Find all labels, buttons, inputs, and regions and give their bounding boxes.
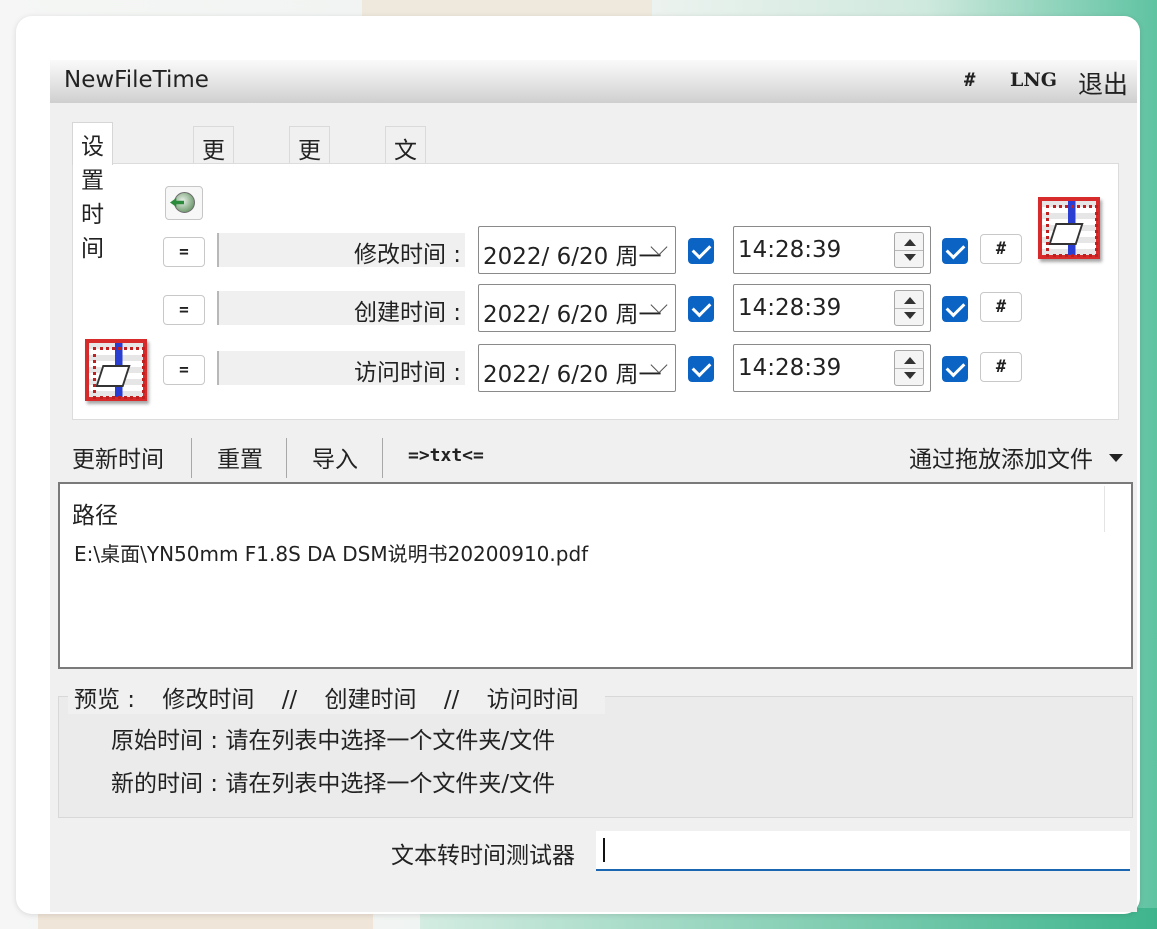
toolbar-divider xyxy=(286,438,287,478)
app-window: NewFileTime # LNG 退出 设置时间 更早些 更晚些 文件名转时间… xyxy=(50,60,1137,912)
accessed-date-picker[interactable]: 2022/ 6/20 周一 xyxy=(478,344,676,392)
preview-separator: // xyxy=(281,687,298,713)
tab-later[interactable]: 更晚些 xyxy=(289,126,330,232)
accessed-time-label: 访问时间 : xyxy=(353,360,461,386)
spin-down-icon[interactable] xyxy=(904,312,916,319)
accessed-date-checkbox[interactable] xyxy=(688,356,714,382)
spin-up-icon[interactable] xyxy=(904,357,916,364)
preview-legend: 预览 : 修改时间 // 创建时间 // 访问时间 xyxy=(68,680,605,714)
background-blob xyxy=(38,912,373,929)
title-bar: NewFileTime # LNG 退出 xyxy=(50,60,1137,103)
modified-equal-button[interactable]: = xyxy=(163,237,205,267)
modified-label-box: 修改时间 : xyxy=(217,233,465,268)
preview-separator: // xyxy=(443,687,460,713)
spinner-divider xyxy=(895,250,923,251)
column-divider xyxy=(1104,486,1105,532)
txt-export-button[interactable]: =>txt<= xyxy=(408,445,484,466)
preview-label: 预览 : xyxy=(74,687,136,713)
original-time-line: 原始时间 : 请在列表中选择一个文件夹/文件 xyxy=(111,728,556,754)
spinner-divider xyxy=(895,308,923,309)
accessed-time-row: = 访问时间 : 2022/ 6/20 周一 14:28:39 # xyxy=(73,344,1120,392)
created-equal-button[interactable]: = xyxy=(163,295,205,325)
preview-created-label: 创建时间 xyxy=(324,687,417,713)
modified-time-row: = 修改时间 : 2022/ 6/20 周一 14:28:39 # xyxy=(73,226,1120,274)
new-time-line: 新的时间 : 请在列表中选择一个文件夹/文件 xyxy=(111,771,556,797)
drag-drop-menu[interactable]: 通过拖放添加文件 xyxy=(909,440,1093,474)
preview-group: 原始时间 : 请在列表中选择一个文件夹/文件 新的时间 : 请在列表中选择一个文… xyxy=(58,696,1133,818)
modified-date-value: 2022/ 6/20 周一 xyxy=(483,244,662,270)
accessed-label-box: 访问时间 : xyxy=(217,351,465,386)
tab-earlier[interactable]: 更早些 xyxy=(193,126,234,232)
created-time-spinner[interactable] xyxy=(894,290,924,326)
app-title: NewFileTime xyxy=(64,67,209,93)
update-time-button[interactable]: 更新时间 xyxy=(72,440,164,474)
action-bar: 更新时间 重置 导入 =>txt<= 通过拖放添加文件 xyxy=(50,438,1137,478)
modified-hash-button[interactable]: # xyxy=(980,234,1022,264)
accessed-equal-button[interactable]: = xyxy=(163,355,205,385)
accessed-time-checkbox[interactable] xyxy=(942,356,968,382)
spin-up-icon[interactable] xyxy=(904,239,916,246)
modified-date-picker[interactable]: 2022/ 6/20 周一 xyxy=(478,226,676,274)
text-to-time-tester-label: 文本转时间测试器 xyxy=(391,843,575,869)
accessed-time-spinner[interactable] xyxy=(894,350,924,386)
accessed-time-value: 14:28:39 xyxy=(738,355,842,381)
modified-time-picker[interactable]: 14:28:39 xyxy=(733,226,931,274)
created-time-label: 创建时间 : xyxy=(353,300,461,326)
spin-down-icon[interactable] xyxy=(904,372,916,379)
spin-up-icon[interactable] xyxy=(904,297,916,304)
created-date-checkbox[interactable] xyxy=(688,296,714,322)
modified-time-value: 14:28:39 xyxy=(738,237,842,263)
created-time-value: 14:28:39 xyxy=(738,295,842,321)
created-time-picker[interactable]: 14:28:39 xyxy=(733,284,931,332)
created-time-row: = 创建时间 : 2022/ 6/20 周一 14:28:39 # xyxy=(73,284,1120,332)
dropdown-arrow-icon[interactable] xyxy=(1109,454,1123,462)
created-date-value: 2022/ 6/20 周一 xyxy=(483,302,662,328)
path-column-header[interactable]: 路径 xyxy=(72,496,118,530)
modified-time-label: 修改时间 : xyxy=(353,242,461,268)
accessed-time-picker[interactable]: 14:28:39 xyxy=(733,344,931,392)
accessed-hash-button[interactable]: # xyxy=(980,352,1022,382)
preview-modified-label: 修改时间 xyxy=(162,687,255,713)
exit-button[interactable]: 退出 xyxy=(1078,65,1128,101)
hash-menu-button[interactable]: # xyxy=(964,69,975,91)
window-frame: NewFileTime # LNG 退出 设置时间 更早些 更晚些 文件名转时间… xyxy=(16,16,1140,914)
spin-down-icon[interactable] xyxy=(904,254,916,261)
tab-filename-to-time[interactable]: 文件名转时间 xyxy=(385,126,426,334)
text-to-time-input[interactable] xyxy=(596,831,1130,871)
created-time-checkbox[interactable] xyxy=(942,296,968,322)
modified-date-checkbox[interactable] xyxy=(688,238,714,264)
set-time-panel: = 修改时间 : 2022/ 6/20 周一 14:28:39 # = 创建时间… xyxy=(72,163,1119,420)
toolbar-divider xyxy=(382,438,383,478)
refresh-time-button[interactable] xyxy=(165,186,203,220)
spinner-divider xyxy=(895,368,923,369)
created-label-box: 创建时间 : xyxy=(217,291,465,326)
text-caret xyxy=(603,838,605,862)
accessed-date-value: 2022/ 6/20 周一 xyxy=(483,362,662,388)
import-button[interactable]: 导入 xyxy=(312,440,358,474)
created-date-picker[interactable]: 2022/ 6/20 周一 xyxy=(478,284,676,332)
list-item[interactable]: E:\桌面\YN50mm F1.8S DA DSM说明书20200910.pdf xyxy=(74,538,588,567)
language-button[interactable]: LNG xyxy=(1010,69,1057,91)
preview-accessed-label: 访问时间 xyxy=(486,687,579,713)
modified-time-spinner[interactable] xyxy=(894,232,924,268)
created-hash-button[interactable]: # xyxy=(980,292,1022,322)
file-list[interactable]: 路径 E:\桌面\YN50mm F1.8S DA DSM说明书20200910.… xyxy=(58,482,1133,669)
background-blob xyxy=(362,0,652,16)
toolbar-divider xyxy=(191,438,192,478)
tab-set-time[interactable]: 设置时间 xyxy=(72,122,113,262)
modified-time-checkbox[interactable] xyxy=(942,238,968,264)
reset-button[interactable]: 重置 xyxy=(217,440,263,474)
